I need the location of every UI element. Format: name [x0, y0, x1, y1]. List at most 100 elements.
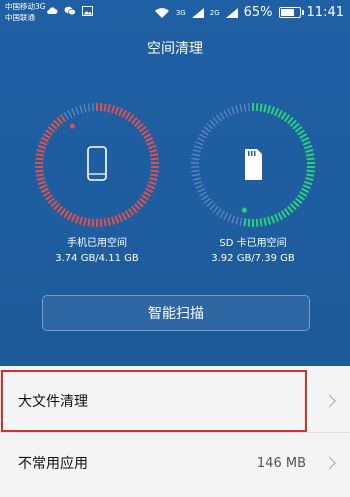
gauge-tick-free [206, 200, 214, 207]
gauge-tick-used [130, 205, 138, 214]
gauge-tick-used [148, 180, 157, 186]
gauge-tick-used [141, 194, 149, 201]
gauge-tick-used [259, 218, 263, 227]
gauge-tick-free [231, 215, 236, 224]
gauge-tick-used [294, 197, 303, 204]
gauge-tick-used [56, 116, 64, 125]
gauge-tick-free [203, 126, 211, 133]
gauge-tick-used [130, 116, 138, 125]
gauge-tick-used [40, 187, 49, 194]
gauge-tick-used [42, 133, 51, 139]
gauge-tick-free [223, 109, 229, 118]
gauge-tick-used [133, 119, 141, 127]
gauge-tick-used [87, 218, 91, 227]
gauge-tick-used [286, 116, 294, 125]
gauge-tick-free [239, 104, 243, 113]
gauge-tick-free [212, 205, 219, 213]
gauge-tick-used [127, 208, 135, 216]
carrier-line-1: 中国移动3G [5, 2, 46, 11]
gauge-tick-used [263, 217, 267, 226]
gauge-tick-free [83, 104, 87, 113]
gauge-tick-used [74, 215, 80, 224]
gauge-tick-used [280, 111, 287, 120]
gauge-tick-used [283, 114, 291, 122]
gauge-tick-free [191, 173, 200, 177]
status-bar: 中国移动3G 中国联通 3G 2G 65% 11:41 [0, 0, 350, 26]
gauge-tick-used [107, 217, 111, 226]
gauge-tick-used [304, 180, 313, 186]
smart-scan-button[interactable]: 智能扫描 [42, 295, 310, 331]
gauge-tick-used [59, 114, 67, 122]
gauge-tick-free [193, 145, 202, 149]
gauge-tick-used [136, 122, 144, 130]
gauge-tick-used [266, 105, 272, 114]
gauge-tick-free [243, 103, 247, 112]
gauge-tick-used [143, 191, 152, 197]
gauge-tick-used [107, 104, 111, 113]
gauge-tick-used [305, 149, 314, 153]
gauge-tick-used [146, 184, 155, 190]
gauge-tick-used [247, 218, 251, 227]
list-item-unused-apps[interactable]: 不常用应用 146 MB [0, 432, 350, 494]
wifi-icon [154, 7, 169, 18]
gauge-tick-free [197, 137, 205, 142]
gauge-tick-free [227, 214, 232, 222]
gauge-tick-free [75, 106, 80, 115]
gauge-tick-used [146, 140, 155, 146]
gauge-tick-free [209, 119, 216, 127]
gauge-tick-used [110, 105, 116, 114]
gauge-tick-used [35, 169, 44, 173]
cleanup-list: 大文件清理 不常用应用 146 MB [0, 366, 350, 494]
gauge-tick-used [78, 216, 84, 225]
gauge-tick-used [280, 210, 287, 219]
gauge-tick-used [306, 153, 315, 157]
list-item-large-files[interactable]: 大文件清理 [0, 370, 350, 432]
gauge-tick-free [203, 197, 211, 204]
gauge-tick-used [138, 197, 147, 204]
gauge-tick-free [212, 117, 219, 125]
gauge-tick-used [36, 177, 45, 181]
gauge-tick-used [39, 184, 48, 190]
gauge-tick-used [99, 103, 103, 112]
gauge-tick-used [39, 140, 48, 146]
gauge-tick-used [150, 173, 159, 177]
gauge-tick-used [150, 153, 159, 157]
gauge-tick-used [150, 157, 159, 161]
gauge-tick-free [192, 177, 201, 181]
gauge-tick-used [297, 129, 305, 136]
gauge-tick-used [124, 210, 131, 219]
net-3g-label: 3G [175, 8, 186, 17]
gauge-tick-used [304, 144, 313, 150]
gauge-tick-used [47, 197, 56, 204]
gauge-tick-used [292, 200, 300, 208]
sd-storage-label: SD 卡已用空间 [219, 238, 287, 249]
gauge-tick-used [127, 114, 135, 122]
carrier-info: 中国移动3G 中国联通 [5, 1, 46, 23]
gauge-tick-used [118, 107, 124, 117]
gauge-tick-used [118, 213, 124, 223]
battery-percent: 65% [243, 5, 273, 20]
gauge-tick-used [306, 169, 315, 173]
gauge-tick-used [83, 217, 87, 226]
gauge-tick-used [148, 144, 157, 150]
gauge-tick-used [286, 205, 294, 214]
phone-storage-info: 手机已用空间 3.74 GB/4.11 GB [17, 236, 177, 266]
gauge-tick-free [87, 103, 91, 112]
gauge-tick-used [35, 173, 44, 177]
gauge-tick-used [56, 205, 64, 214]
gauge-tick-free [191, 153, 200, 157]
gauge-tick-free [191, 170, 200, 173]
gauge-tick-used [283, 208, 291, 216]
phone-storage-label: 手机已用空间 [67, 238, 127, 249]
gauge-tick-free [223, 212, 229, 221]
page-title: 空间清理 [147, 41, 203, 57]
gauge-tick-free [195, 141, 204, 146]
gauge-tick-free [227, 108, 232, 116]
gauge-tick-free [219, 112, 225, 120]
gauge-tick-used [114, 106, 120, 115]
gauge-tick-used [145, 136, 154, 143]
gauge-tick-used [149, 177, 158, 181]
gauge-tick-free [248, 103, 250, 112]
gauge-tick-used [141, 129, 149, 136]
gauge-tick-used [292, 122, 300, 130]
